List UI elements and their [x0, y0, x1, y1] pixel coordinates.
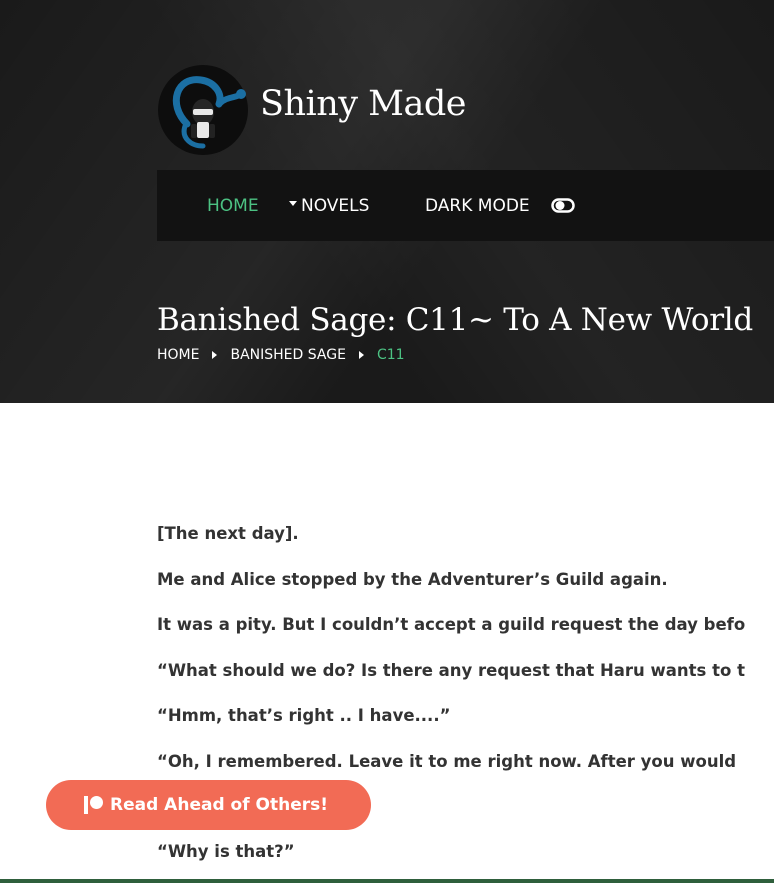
- content-paragraph: “Why is that?”: [157, 842, 295, 861]
- content-paragraph: [The next day].: [157, 524, 299, 543]
- page-title: Banished Sage: C11~ To A New World: [157, 302, 753, 338]
- main-navigation: HOME NOVELS DARK MODE: [157, 170, 774, 241]
- nav-home-link[interactable]: HOME: [207, 196, 259, 216]
- chapter-content: [The next day]. Me and Alice stopped by …: [157, 522, 774, 795]
- hero-header: Shiny Made HOME NOVELS DARK MODE Banishe…: [0, 0, 774, 403]
- bottom-divider: [0, 879, 774, 883]
- chevron-right-icon: [358, 351, 364, 359]
- site-logo-icon[interactable]: [157, 64, 249, 156]
- toggle-switch-icon[interactable]: [551, 198, 575, 213]
- patreon-icon: [84, 796, 104, 814]
- nav-dark-mode-label[interactable]: DARK MODE: [425, 196, 530, 216]
- content-paragraph: It was a pity. But I couldn’t accept a g…: [157, 615, 746, 634]
- content-paragraph: “Hmm, that’s right .. I have....”: [157, 706, 451, 725]
- chevron-right-icon: [212, 351, 218, 359]
- breadcrumb: HOME BANISHED SAGE C11: [157, 347, 405, 363]
- read-ahead-button[interactable]: Read Ahead of Others!: [46, 780, 371, 830]
- nav-novels-menu[interactable]: NOVELS: [289, 196, 369, 216]
- content-paragraph: “What should we do? Is there any request…: [157, 660, 745, 680]
- read-ahead-label: Read Ahead of Others!: [110, 795, 328, 815]
- breadcrumb-home[interactable]: HOME: [157, 347, 199, 363]
- site-title[interactable]: Shiny Made: [260, 84, 466, 124]
- breadcrumb-novel[interactable]: BANISHED SAGE: [230, 347, 345, 363]
- content-paragraph: Me and Alice stopped by the Adventurer’s…: [157, 569, 668, 589]
- nav-novels-label: NOVELS: [301, 196, 370, 216]
- breadcrumb-current: C11: [376, 347, 405, 363]
- caret-down-icon: [289, 200, 297, 206]
